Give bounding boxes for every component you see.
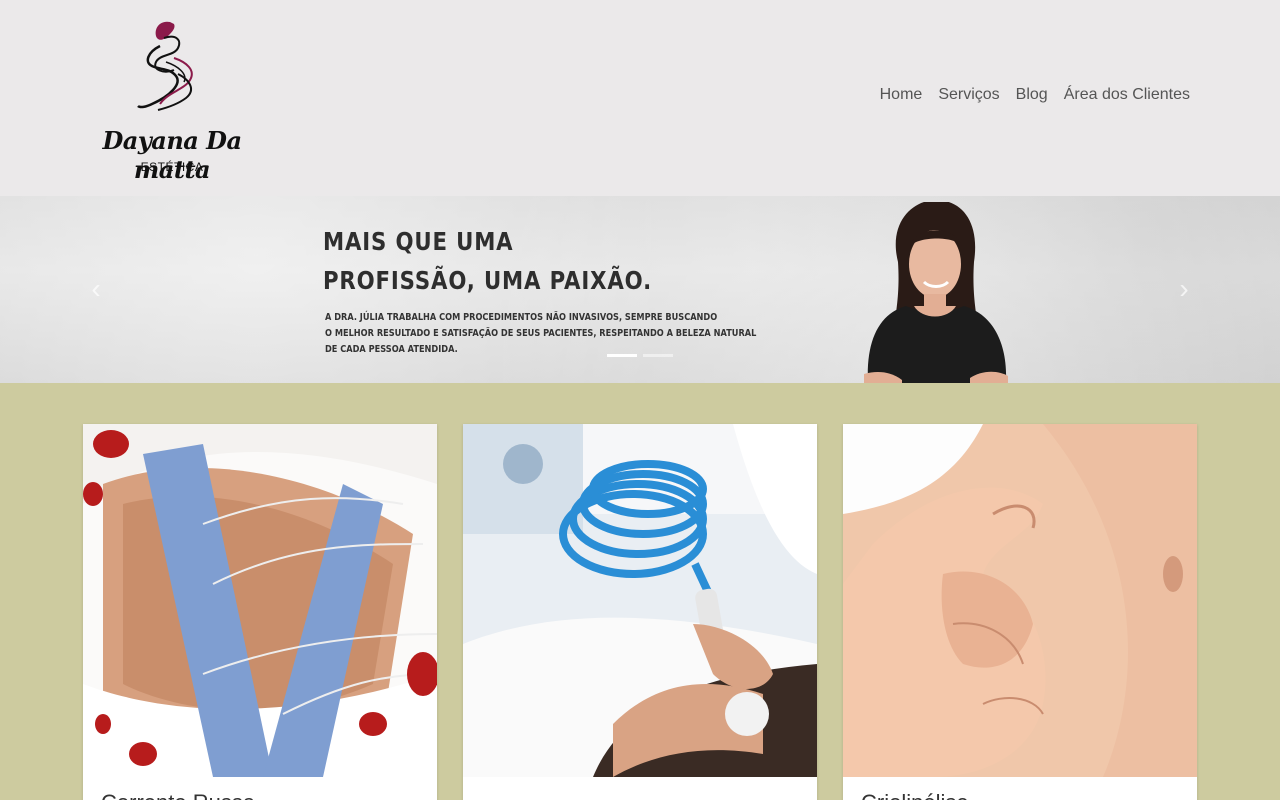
brand-logo[interactable]: Dayana Da matta ESTÉTICA [82,18,262,184]
chevron-right-icon: › [1179,273,1189,304]
brand-name: Dayana Da matta [102,126,242,184]
hero-desc-line: A DRA. JÚLIA TRABALHA COM PROCEDIMENTOS … [325,312,718,323]
hero-carousel: MAIS QUE UMA PROFISSÃO, UMA PAIXÃO. A DR… [0,196,1280,383]
carousel-indicator-2[interactable] [643,354,673,357]
hero-desc-line: O MELHOR RESULTADO E SATISFAÇÃO DE SEUS … [325,328,757,339]
nav-item-servicos[interactable]: Serviços [938,86,999,104]
service-image-corrente-russa [83,424,437,777]
nav-item-area-clientes[interactable]: Área dos Clientes [1064,86,1190,104]
service-image-criolipolise [843,424,1197,777]
brand-subtitle: ESTÉTICA [140,160,204,174]
site-header: Dayana Da matta ESTÉTICA Home Serviços B… [0,0,1280,196]
service-card-title: Corrente Russa [101,790,255,800]
chevron-left-icon: ‹ [91,273,101,304]
carousel-next-button[interactable]: › [1172,273,1196,304]
hero-person-image [864,202,1008,383]
main-nav: Home Serviços Blog Área dos Clientes [880,86,1190,104]
hero-title-line: PROFISSÃO, UMA PAIXÃO. [323,266,653,295]
hero-title: MAIS QUE UMA PROFISSÃO, UMA PAIXÃO. [323,222,652,300]
nav-item-blog[interactable]: Blog [1016,86,1048,104]
service-image-2 [463,424,817,777]
service-card-criolipolise[interactable]: Criolipólise [843,424,1197,800]
service-card-corrente-russa[interactable]: Corrente Russa [83,424,437,800]
carousel-indicator-1[interactable] [607,354,637,357]
service-card-2[interactable] [463,424,817,800]
carousel-indicators [607,354,673,357]
services-section: Corrente Russa [0,383,1280,800]
nav-item-home[interactable]: Home [880,86,923,104]
service-card-title: Criolipólise [861,790,969,800]
logo-figure-icon [137,21,193,111]
carousel-prev-button[interactable]: ‹ [84,273,108,304]
hero-desc-line: DE CADA PESSOA ATENDIDA. [325,344,458,355]
hero-description: A DRA. JÚLIA TRABALHA COM PROCEDIMENTOS … [325,310,756,358]
hero-title-line: MAIS QUE UMA [323,227,514,256]
